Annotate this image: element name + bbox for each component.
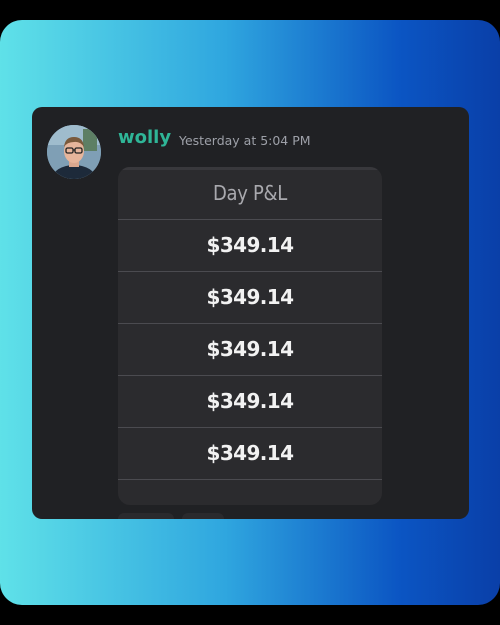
- table-header-row: Day P&L: [118, 167, 382, 220]
- pnl-value: $349.14: [206, 285, 295, 309]
- table-row: $349.14: [118, 427, 382, 480]
- gradient-frame: wolly Yesterday at 5:04 PM Day P&L $349.…: [0, 20, 500, 605]
- reaction-button[interactable]: [182, 513, 224, 519]
- pnl-value: $349.14: [206, 441, 295, 465]
- pnl-value: $349.14: [206, 389, 295, 413]
- pnl-value: $349.14: [206, 233, 295, 257]
- avatar[interactable]: [47, 125, 101, 179]
- pnl-value: $349.14: [206, 337, 295, 361]
- message-timestamp: Yesterday at 5:04 PM: [179, 133, 311, 148]
- column-header: Day P&L: [212, 181, 288, 205]
- table-row: $349.14: [118, 271, 382, 324]
- table-row: $349.14: [118, 323, 382, 376]
- author-name[interactable]: wolly: [118, 127, 171, 148]
- reaction-button[interactable]: [118, 513, 174, 519]
- message-card: wolly Yesterday at 5:04 PM Day P&L $349.…: [32, 107, 469, 519]
- pnl-table: Day P&L $349.14 $349.14 $349.14 $349.14 …: [118, 167, 382, 505]
- reaction-bar: [118, 513, 224, 519]
- table-row: $349.14: [118, 219, 382, 272]
- avatar-image: [47, 125, 101, 179]
- table-row: $349.14: [118, 375, 382, 428]
